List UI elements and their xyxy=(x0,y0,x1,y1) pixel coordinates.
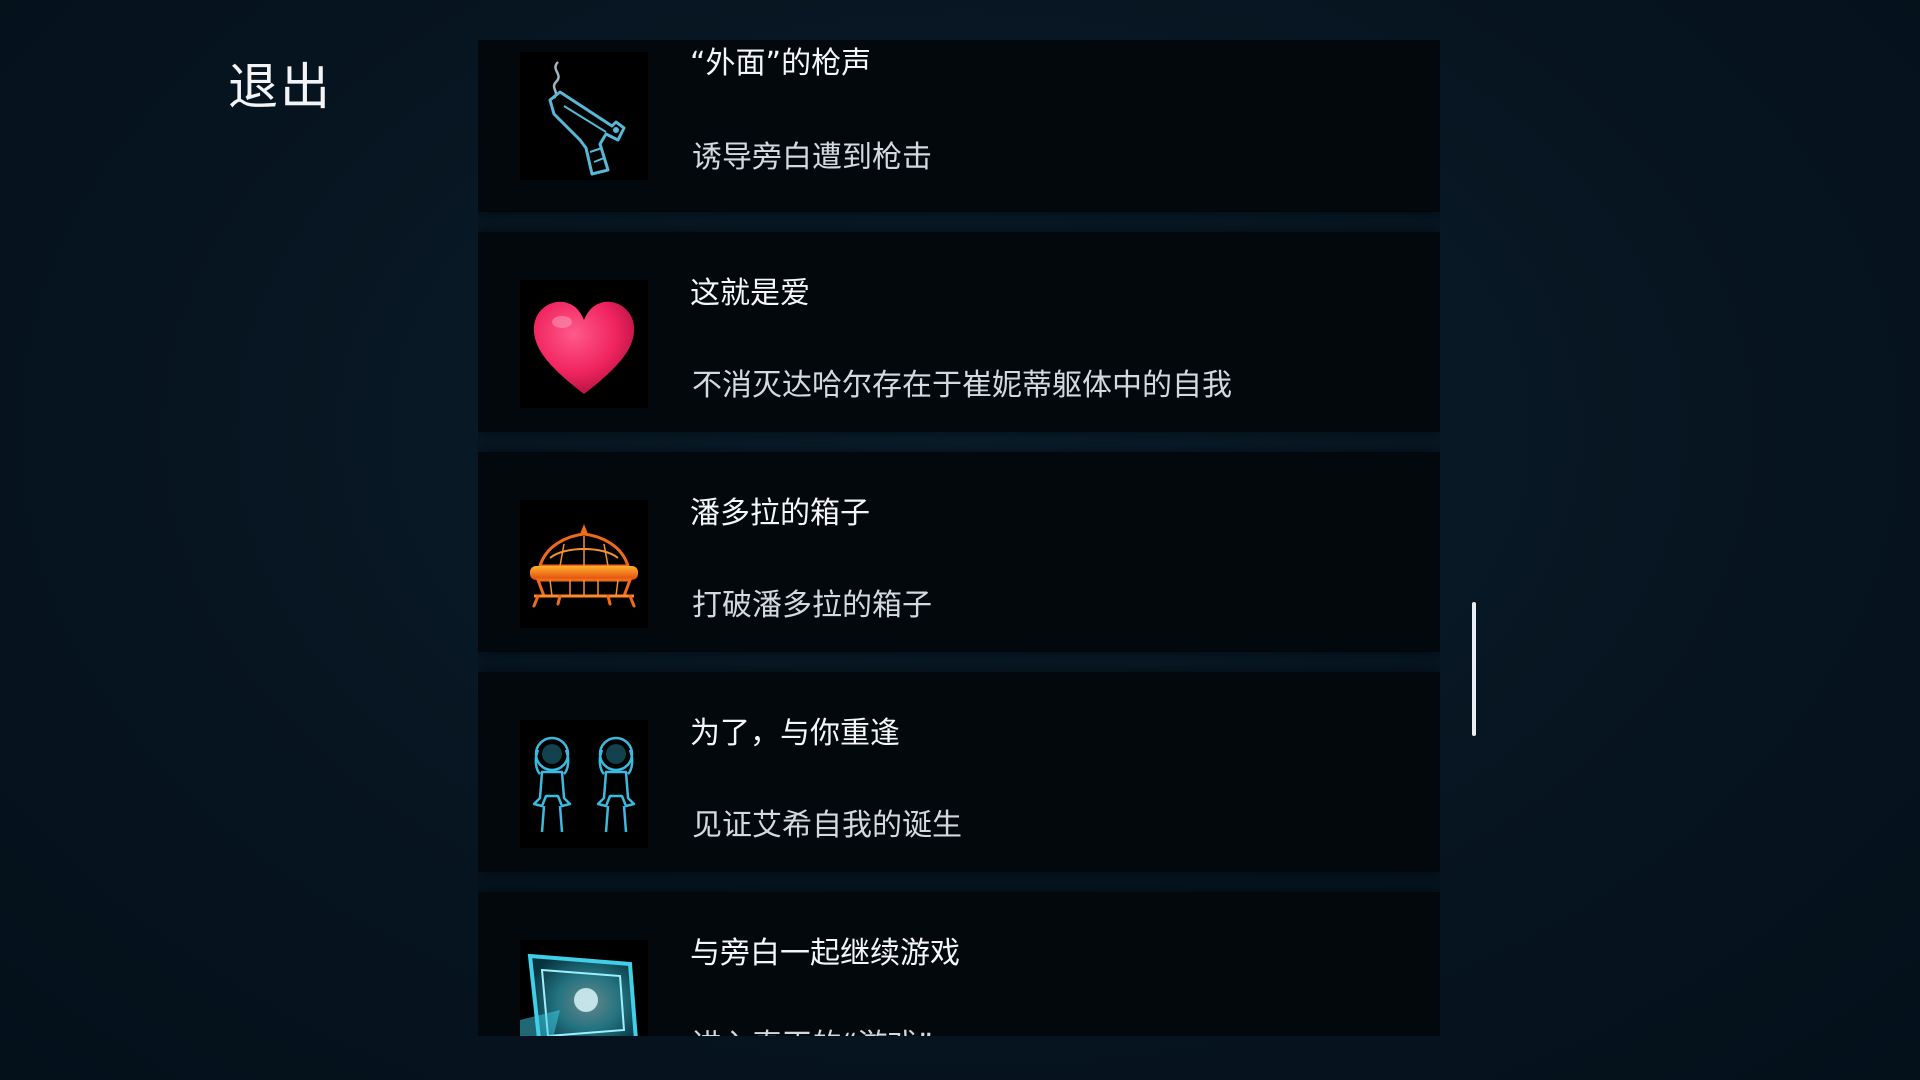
heart-icon xyxy=(520,280,648,408)
achievement-description: 不消灭达哈尔存在于崔妮蒂躯体中的自我 xyxy=(692,368,1232,403)
achievement-card[interactable]: 这就是爱 不消灭达哈尔存在于崔妮蒂躯体中的自我 xyxy=(478,232,1440,432)
achievement-card[interactable]: 潘多拉的箱子 打破潘多拉的箱子 xyxy=(478,452,1440,652)
achievement-title: 与旁白一起继续游戏 xyxy=(690,936,960,971)
pandora-box-icon xyxy=(520,500,648,628)
scrollbar-thumb[interactable] xyxy=(1472,602,1476,736)
achievement-title: “外面”的枪声 xyxy=(690,46,872,81)
achievement-title: 为了，与你重逢 xyxy=(690,716,900,751)
achievement-list-viewport[interactable]: “外面”的枪声 诱导旁白遭到枪击 这就是爱 不消灭达哈尔存在于崔妮蒂躯体中的自我… xyxy=(478,40,1440,1036)
achievement-card[interactable]: “外面”的枪声 诱导旁白遭到枪击 xyxy=(478,40,1440,212)
achievement-description: 进入真正的“游戏” xyxy=(692,1022,933,1036)
monitor-icon xyxy=(520,940,648,1036)
achievement-card[interactable]: 为了，与你重逢 见证艾希自我的诞生 xyxy=(478,672,1440,872)
achievement-title: 这就是爱 xyxy=(690,276,810,311)
achievement-description: 诱导旁白遭到枪击 xyxy=(692,140,932,175)
achievement-card[interactable]: 与旁白一起继续游戏 进入真正的“游戏” xyxy=(478,892,1440,1036)
pistol-icon xyxy=(520,52,648,180)
achievement-title: 潘多拉的箱子 xyxy=(690,496,870,531)
exit-button[interactable]: 退出 xyxy=(228,52,332,122)
achievement-description: 打破潘多拉的箱子 xyxy=(692,588,932,623)
achievement-description: 见证艾希自我的诞生 xyxy=(692,808,962,843)
twin-girls-icon xyxy=(520,720,648,848)
